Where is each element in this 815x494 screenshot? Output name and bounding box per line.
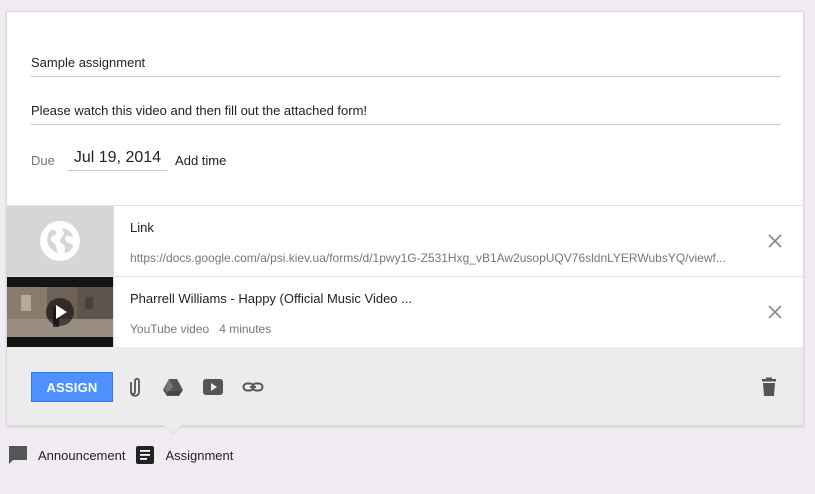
paperclip-icon[interactable] (124, 376, 146, 398)
youtube-icon[interactable] (202, 376, 224, 398)
link-icon[interactable] (242, 376, 264, 398)
composer-toolbar: ASSIGN (7, 347, 803, 425)
tab-announcement[interactable]: Announcement (8, 445, 125, 465)
comment-icon (9, 446, 27, 464)
due-label: Due (31, 152, 55, 168)
due-date-input[interactable]: Jul 19, 2014 (66, 149, 168, 171)
attachment-source: YouTube video (130, 322, 210, 336)
tab-assignment[interactable]: Assignment (135, 445, 233, 465)
assignment-composer-card: Sample assignment Please watch this vide… (6, 11, 804, 426)
assignment-description-input[interactable]: Please watch this video and then fill ou… (31, 103, 781, 125)
globe-icon (40, 221, 80, 261)
assignment-title-input[interactable]: Sample assignment (31, 55, 781, 77)
post-type-tabs: Announcement Assignment (8, 445, 243, 465)
attachment-meta: YouTube video 4 minutes (130, 322, 750, 336)
link-thumbnail (7, 206, 114, 276)
tab-label: Announcement (38, 447, 126, 463)
add-time-link[interactable]: Add time (175, 153, 226, 168)
remove-attachment-close-icon[interactable] (767, 233, 783, 249)
attachments-list: Link https://docs.google.com/a/psi.kiev.… (7, 205, 803, 348)
attachment-video[interactable]: Pharrell Williams - Happy (Official Musi… (7, 277, 803, 348)
assignment-icon (136, 446, 155, 464)
attachment-title: Link (130, 220, 154, 235)
attachment-title: Pharrell Williams - Happy (Official Musi… (130, 291, 412, 306)
remove-attachment-close-icon[interactable] (767, 304, 783, 320)
attachment-duration: 4 minutes (219, 322, 272, 336)
attachment-url[interactable]: https://docs.google.com/a/psi.kiev.ua/fo… (130, 251, 750, 265)
assign-button[interactable]: ASSIGN (31, 372, 113, 402)
tab-label: Assignment (165, 447, 234, 463)
attachment-link[interactable]: Link https://docs.google.com/a/psi.kiev.… (7, 206, 803, 277)
video-thumbnail (7, 277, 114, 347)
composer-pointer-fill (164, 425, 182, 434)
google-drive-icon[interactable] (162, 376, 184, 398)
due-row: Due Jul 19, 2014 Add time (31, 149, 226, 171)
play-icon[interactable] (45, 297, 75, 327)
trash-icon[interactable] (758, 376, 780, 398)
